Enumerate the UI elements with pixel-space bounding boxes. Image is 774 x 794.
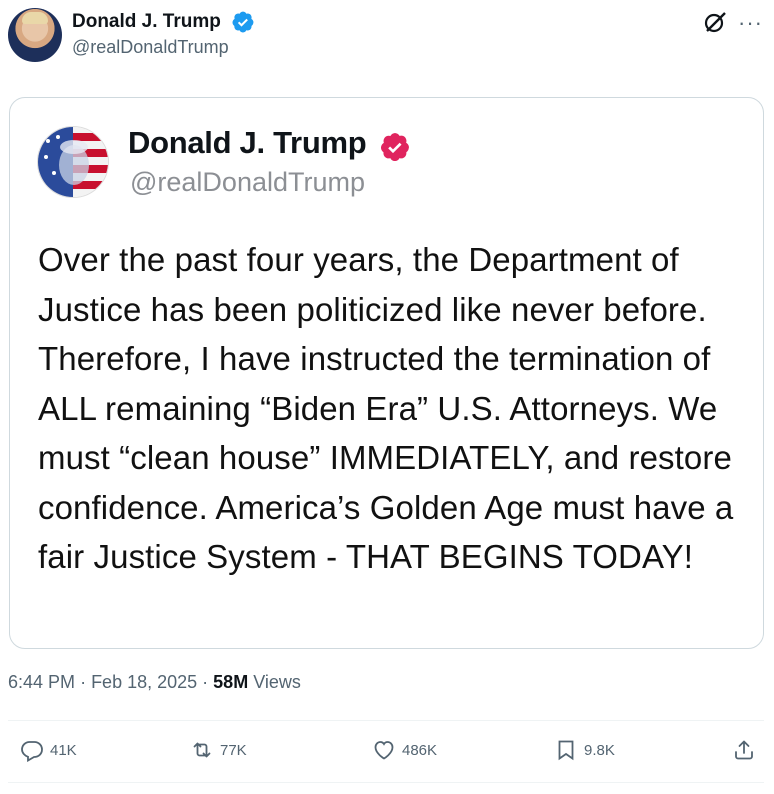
- post-media-card[interactable]: Donald J. Trump @realDonaldTrump Over th…: [9, 97, 764, 649]
- more-icon[interactable]: ···: [738, 10, 763, 36]
- repost-count: 77K: [220, 741, 247, 759]
- bookmark-button[interactable]: 9.8K: [554, 736, 615, 764]
- post-meta: 6:44 PM · Feb 18, 2025 · 58M Views: [8, 672, 301, 693]
- card-post-text: Over the past four years, the Department…: [38, 241, 734, 575]
- card-author-name: Donald J. Trump: [128, 125, 367, 160]
- like-count: 486K: [402, 741, 438, 759]
- views-label: Views: [253, 672, 301, 692]
- author-handle[interactable]: @realDonaldTrump: [72, 37, 229, 58]
- repost-button[interactable]: 77K: [190, 736, 247, 764]
- post-date[interactable]: Feb 18, 2025: [91, 672, 197, 692]
- post-time[interactable]: 6:44 PM: [8, 672, 75, 692]
- verified-badge-icon: [381, 133, 409, 161]
- author-name[interactable]: Donald J. Trump: [72, 11, 221, 33]
- reply-count: 41K: [50, 741, 77, 759]
- divider: [8, 720, 764, 721]
- like-button[interactable]: 486K: [372, 736, 437, 764]
- meta-separator: ·: [202, 672, 214, 692]
- repost-icon: [193, 742, 211, 758]
- bookmark-count: 9.8K: [584, 741, 615, 759]
- meta-separator: ·: [80, 672, 92, 692]
- bookmark-icon: [558, 740, 574, 761]
- share-icon: [735, 740, 753, 760]
- heart-icon: [374, 741, 394, 760]
- author-avatar[interactable]: [8, 8, 62, 62]
- views-count: 58M: [213, 672, 249, 692]
- flag-portrait-image: [38, 127, 108, 197]
- card-author-handle: @realDonaldTrump: [130, 167, 365, 197]
- grok-icon[interactable]: [702, 9, 728, 35]
- share-button[interactable]: [732, 736, 756, 764]
- card-avatar: [37, 126, 109, 198]
- verified-badge-icon: [232, 11, 254, 33]
- post-header: Donald J. Trump @realDonaldTrump ···: [0, 0, 774, 80]
- reply-button[interactable]: 41K: [20, 736, 77, 764]
- divider: [8, 782, 764, 783]
- reply-icon: [21, 741, 43, 762]
